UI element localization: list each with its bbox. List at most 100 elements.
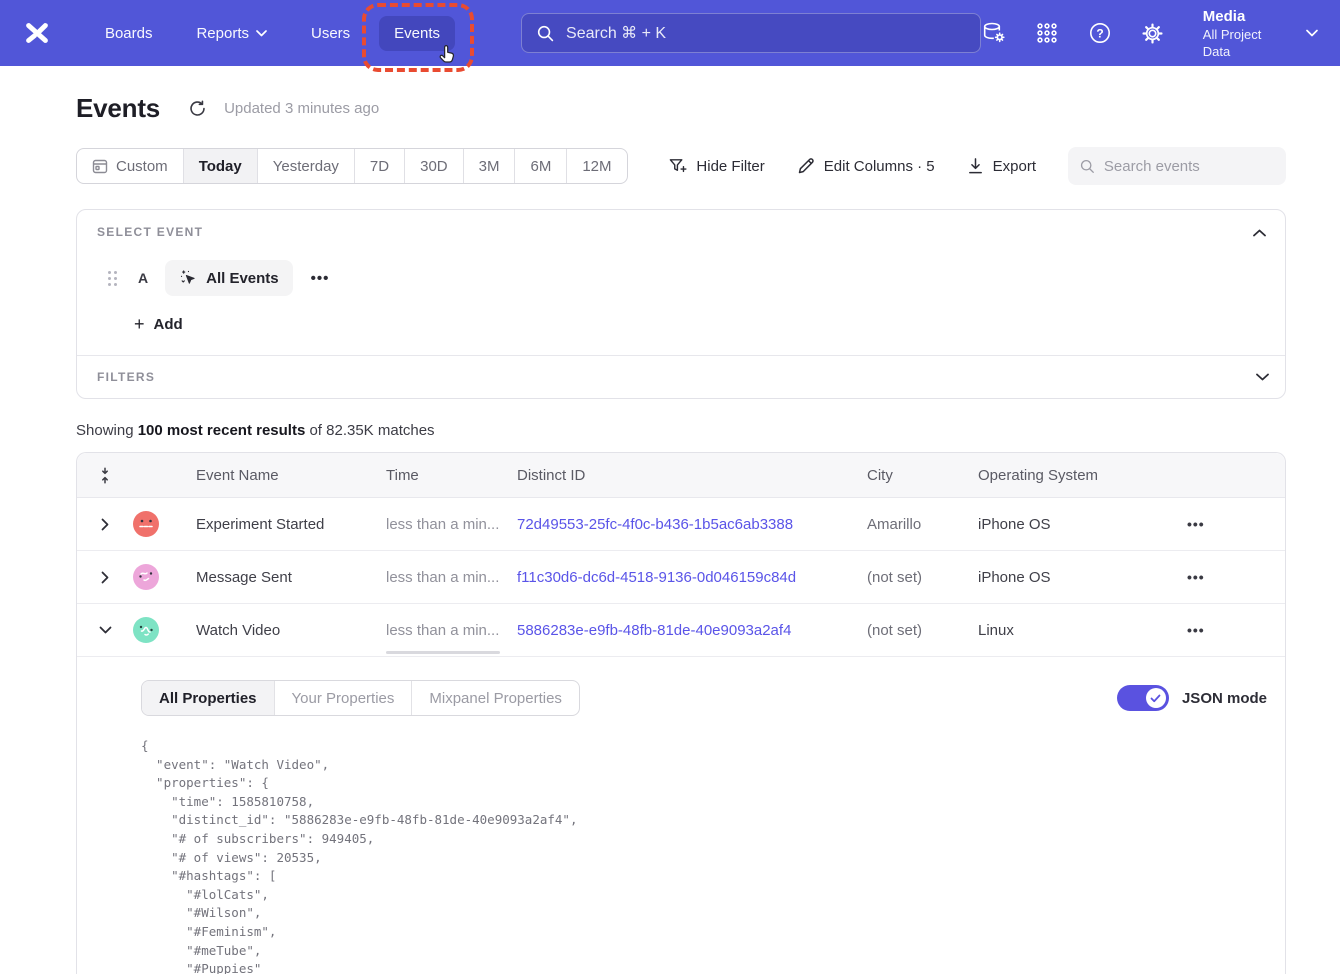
collapse-all-sort-icon[interactable] — [99, 467, 111, 484]
primary-nav: Boards Reports Users Events — [90, 16, 455, 51]
collapse-section-button[interactable] — [1249, 223, 1269, 243]
col-event-name[interactable]: Event Name — [171, 467, 386, 484]
expand-row-icon[interactable] — [101, 571, 109, 584]
table-row-expanded[interactable]: Watch Video less than a min... 5886283e-… — [77, 604, 1285, 657]
nav-item-boards[interactable]: Boards — [90, 16, 168, 51]
date-option-7d[interactable]: 7D — [355, 149, 405, 183]
detail-toolbar: All Properties Your Properties Mixpanel … — [141, 680, 1267, 716]
col-city[interactable]: City — [867, 467, 978, 484]
table-row[interactable]: Message Sent less than a min... f11c30d6… — [77, 551, 1285, 604]
col-distinct-id[interactable]: Distinct ID — [517, 467, 867, 484]
row-more-button[interactable]: ••• — [1185, 622, 1285, 638]
date-option-yesterday[interactable]: Yesterday — [258, 149, 355, 183]
export-label: Export — [993, 158, 1036, 175]
cell-city: (not set) — [867, 569, 978, 586]
filter-icon — [668, 157, 687, 175]
col-operating-system[interactable]: Operating System — [978, 467, 1185, 484]
help-icon[interactable]: ? — [1087, 20, 1113, 46]
cell-distinct-id-link[interactable]: f11c30d6-dc6d-4518-9136-0d046159c84d — [517, 569, 867, 586]
nav-item-reports[interactable]: Reports — [181, 16, 282, 51]
event-json-viewer[interactable]: { "event": "Watch Video", "properties": … — [141, 737, 1267, 974]
hide-filter-button[interactable]: Hide Filter — [668, 157, 764, 175]
project-switcher[interactable]: Media All Project Data — [1203, 7, 1318, 60]
events-search-input[interactable] — [1104, 158, 1274, 175]
cell-time: less than a min... — [386, 622, 517, 639]
settings-gear-icon[interactable] — [1140, 20, 1166, 46]
nav-item-events[interactable]: Events — [379, 16, 455, 51]
cell-distinct-id-link[interactable]: 72d49553-25fc-4f0c-b436-1b5ac6ab3388 — [517, 516, 867, 533]
json-mode-toggle[interactable] — [1117, 685, 1169, 711]
select-event-section: SELECT EVENT A — [77, 210, 1285, 355]
date-option-3m[interactable]: 3M — [464, 149, 516, 183]
edit-columns-label: Edit Columns · 5 — [824, 158, 935, 175]
filters-section[interactable]: FILTERS — [77, 356, 1285, 398]
search-icon — [537, 25, 554, 42]
json-mode-control: JSON mode — [1117, 685, 1267, 711]
drag-handle[interactable] — [108, 271, 117, 286]
cell-os: iPhone OS — [978, 516, 1185, 533]
cell-event-name: Message Sent — [171, 569, 386, 586]
date-option-custom[interactable]: Custom — [77, 149, 184, 183]
hide-filter-label: Hide Filter — [696, 158, 764, 175]
tab-all-properties[interactable]: All Properties — [142, 681, 275, 715]
row-more-button[interactable]: ••• — [1185, 516, 1285, 532]
cell-distinct-id-link[interactable]: 5886283e-e9fb-48fb-81de-40e9093a2af4 — [517, 622, 867, 639]
avatar-face — [133, 617, 159, 643]
table-header: Event Name Time Distinct ID City Operati… — [77, 453, 1285, 498]
expand-row-icon[interactable] — [101, 518, 109, 531]
page-content: Events Updated 3 minutes ago Custom Toda… — [0, 93, 1340, 974]
data-management-icon[interactable] — [981, 20, 1007, 46]
mouse-cursor-icon — [436, 44, 459, 71]
query-row-letter: A — [138, 270, 148, 286]
page-header: Events Updated 3 minutes ago — [76, 93, 1286, 124]
mixpanel-logo[interactable] — [20, 16, 54, 50]
event-selector-label: All Events — [206, 270, 279, 287]
date-option-6m[interactable]: 6M — [515, 149, 567, 183]
apps-grid-icon[interactable] — [1034, 20, 1060, 46]
cell-time: less than a min... — [386, 569, 517, 586]
horizontal-scrollbar-thumb[interactable] — [386, 651, 500, 654]
table-row[interactable]: Experiment Started less than a min... 72… — [77, 498, 1285, 551]
cell-event-name: Watch Video — [171, 622, 386, 639]
date-option-today[interactable]: Today — [184, 149, 258, 183]
event-avatar — [133, 564, 159, 590]
nav-item-users[interactable]: Users — [296, 16, 365, 51]
json-mode-label: JSON mode — [1182, 690, 1267, 707]
edit-columns-button[interactable]: Edit Columns · 5 — [797, 157, 935, 175]
collapse-row-icon[interactable] — [99, 626, 112, 634]
tab-mixpanel-properties[interactable]: Mixpanel Properties — [412, 681, 579, 715]
last-updated-text: Updated 3 minutes ago — [224, 100, 379, 117]
svg-text:?: ? — [1096, 26, 1103, 40]
chevron-down-icon — [256, 30, 267, 37]
pencil-icon — [797, 157, 815, 175]
event-selector-button[interactable]: All Events — [165, 260, 293, 296]
chevron-down-icon[interactable] — [1256, 373, 1269, 381]
row-detail-panel: All Properties Your Properties Mixpanel … — [77, 657, 1285, 974]
date-option-30d[interactable]: 30D — [405, 149, 464, 183]
col-time[interactable]: Time — [386, 467, 517, 484]
add-event-button[interactable]: + Add — [134, 314, 183, 335]
results-count: 100 most recent results — [138, 422, 306, 439]
global-search-input[interactable]: Search ⌘ + K — [521, 13, 981, 53]
row-more-button[interactable]: ••• — [1185, 569, 1285, 585]
controls-row: Custom Today Yesterday 7D 30D 3M 6M 12M … — [76, 147, 1286, 185]
avatar-face — [133, 511, 159, 537]
cell-city: (not set) — [867, 622, 978, 639]
cell-os: Linux — [978, 622, 1185, 639]
results-prefix: Showing — [76, 422, 138, 439]
export-button[interactable]: Export — [967, 157, 1036, 175]
project-switcher-text: Media All Project Data — [1203, 7, 1292, 60]
tab-your-properties[interactable]: Your Properties — [275, 681, 413, 715]
events-search-box — [1068, 147, 1286, 185]
event-query-row: A All Events ••• — [97, 260, 1265, 296]
event-avatar — [133, 617, 159, 643]
event-row-more-button[interactable]: ••• — [311, 270, 330, 287]
date-option-12m[interactable]: 12M — [567, 149, 626, 183]
page-title: Events — [76, 93, 160, 124]
date-range-selector: Custom Today Yesterday 7D 30D 3M 6M 12M — [76, 148, 628, 184]
cell-event-name: Experiment Started — [171, 516, 386, 533]
top-navbar: Boards Reports Users Events Search ⌘ + K — [0, 0, 1340, 66]
results-suffix: of 82.35K matches — [305, 422, 434, 439]
query-builder-card: SELECT EVENT A — [76, 209, 1286, 399]
refresh-icon[interactable] — [188, 99, 208, 119]
